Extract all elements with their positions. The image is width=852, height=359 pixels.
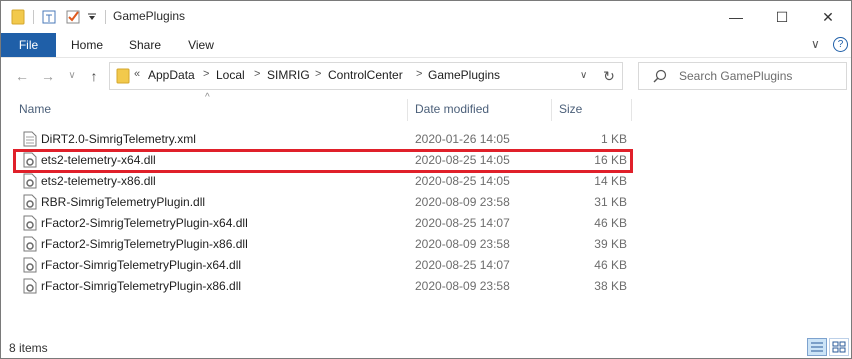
expand-ribbon-icon[interactable]: ∨	[811, 37, 820, 51]
gear-file-icon	[23, 278, 37, 294]
titlebar-separator	[105, 10, 106, 24]
tab-share[interactable]: Share	[121, 33, 169, 57]
column-divider[interactable]	[407, 99, 408, 121]
file-row[interactable]: ets2-telemetry-x86.dll 2020-08-25 14:05 14…	[19, 171, 633, 192]
chevron-right-icon: >	[203, 68, 210, 80]
address-bar[interactable]: « AppData > Local > SIMRIG > ControlCent…	[109, 62, 597, 90]
breadcrumb-appdata[interactable]: AppData	[148, 68, 195, 82]
file-size: 38 KB	[594, 279, 627, 293]
forward-button[interactable]: →	[39, 67, 57, 85]
file-date-modified: 2020-08-25 14:07	[415, 258, 510, 272]
help-icon[interactable]: ?	[833, 37, 848, 52]
file-row[interactable]: DiRT2.0-SimrigTelemetry.xml 2020-01-26 14…	[19, 129, 633, 150]
gear-file-icon	[23, 173, 37, 189]
maximize-icon: ☐	[775, 8, 789, 25]
overflow-icon[interactable]: «	[134, 68, 140, 80]
gear-file-icon	[23, 257, 37, 273]
column-header-date[interactable]: Date modified	[415, 102, 489, 116]
large-icons-view-button[interactable]	[829, 338, 849, 356]
minimize-icon: —	[729, 9, 743, 25]
details-view-icon	[811, 342, 823, 352]
file-row[interactable]: rFactor-SimrigTelemetryPlugin-x64.dll 202…	[19, 255, 633, 276]
file-row[interactable]: rFactor2-SimrigTelemetryPlugin-x64.dll 20…	[19, 213, 633, 234]
column-divider[interactable]	[551, 99, 552, 121]
folder-icon	[11, 9, 25, 25]
highlight-box	[13, 149, 633, 173]
file-name: ets2-telemetry-x86.dll	[41, 174, 156, 188]
file-name: rFactor-SimrigTelemetryPlugin-x64.dll	[41, 258, 242, 272]
file-name: RBR-SimrigTelemetryPlugin.dll	[41, 195, 206, 209]
column-header-size[interactable]: Size	[559, 102, 582, 116]
file-size: 46 KB	[594, 258, 627, 272]
window-title: GamePlugins	[113, 9, 186, 23]
file-date-modified: 2020-01-26 14:05	[415, 132, 510, 146]
titlebar-separator	[33, 10, 34, 24]
file-row[interactable]: rFactor2-SimrigTelemetryPlugin-x86.dll 20…	[19, 234, 633, 255]
file-name: rFactor2-SimrigTelemetryPlugin-x64.dll	[41, 216, 248, 230]
file-size: 14 KB	[594, 174, 627, 188]
file-name: rFactor-SimrigTelemetryPlugin-x86.dll	[41, 279, 242, 293]
search-icon	[653, 69, 667, 83]
explorer-window: GamePlugins — ☐ ✕ File Home Share View ∨…	[0, 0, 852, 359]
sort-ascending-icon: ^	[205, 92, 210, 103]
minimize-button[interactable]: —	[713, 1, 759, 33]
address-dropdown-icon[interactable]: ∨	[580, 70, 587, 81]
chevron-right-icon: >	[416, 68, 423, 80]
large-icons-view-icon	[832, 341, 846, 353]
recent-locations-button[interactable]: ∨	[63, 67, 81, 85]
breadcrumb-controlcenter[interactable]: ControlCenter	[328, 68, 403, 82]
file-date-modified: 2020-08-25 14:05	[415, 174, 510, 188]
file-size: 1 KB	[600, 132, 627, 146]
file-size: 39 KB	[594, 237, 627, 251]
chevron-right-icon: >	[254, 68, 261, 80]
search-placeholder: Search GamePlugins	[679, 69, 793, 83]
tab-view[interactable]: View	[177, 33, 225, 57]
document-icon	[23, 131, 37, 147]
column-header-name[interactable]: Name	[19, 102, 51, 116]
file-date-modified: 2020-08-09 23:58	[415, 237, 510, 251]
gear-file-icon	[23, 236, 37, 252]
checkmark-icon[interactable]	[65, 9, 81, 25]
close-icon: ✕	[822, 8, 834, 25]
breadcrumb-gameplugins[interactable]: GamePlugins	[428, 68, 500, 82]
up-button[interactable]: ↑	[85, 67, 103, 85]
refresh-button[interactable]: ↻	[596, 62, 623, 90]
tab-file[interactable]: File	[1, 33, 56, 57]
breadcrumb-local[interactable]: Local	[216, 68, 245, 82]
title-bar: GamePlugins — ☐ ✕	[1, 1, 851, 33]
gear-file-icon	[23, 194, 37, 210]
properties-icon[interactable]	[41, 9, 57, 25]
item-count: 8 items	[9, 341, 48, 355]
chevron-right-icon: >	[315, 68, 322, 80]
maximize-button[interactable]: ☐	[759, 1, 805, 33]
file-date-modified: 2020-08-09 23:58	[415, 279, 510, 293]
tab-home[interactable]: Home	[63, 33, 111, 57]
details-view-button[interactable]	[807, 338, 827, 356]
file-row[interactable]: rFactor-SimrigTelemetryPlugin-x86.dll 202…	[19, 276, 633, 297]
file-row[interactable]: RBR-SimrigTelemetryPlugin.dll 2020-08-09 …	[19, 192, 633, 213]
search-input[interactable]: Search GamePlugins	[638, 62, 847, 90]
close-button[interactable]: ✕	[805, 1, 851, 33]
gear-file-icon	[23, 215, 37, 231]
file-size: 46 KB	[594, 216, 627, 230]
column-divider[interactable]	[631, 99, 632, 121]
file-name: DiRT2.0-SimrigTelemetry.xml	[41, 132, 196, 146]
back-button[interactable]: ←	[13, 67, 31, 85]
folder-icon	[116, 68, 130, 84]
customize-toolbar-icon[interactable]	[87, 13, 97, 21]
file-name: rFactor2-SimrigTelemetryPlugin-x86.dll	[41, 237, 248, 251]
file-date-modified: 2020-08-09 23:58	[415, 195, 510, 209]
ribbon-tabs: File Home Share View ∨ ?	[1, 33, 851, 58]
file-date-modified: 2020-08-25 14:07	[415, 216, 510, 230]
breadcrumb-simrig[interactable]: SIMRIG	[267, 68, 310, 82]
file-size: 31 KB	[594, 195, 627, 209]
